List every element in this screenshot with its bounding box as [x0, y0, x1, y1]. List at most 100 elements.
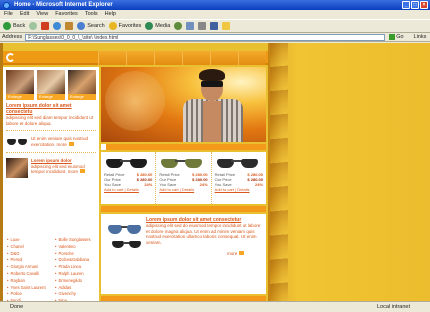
history-button[interactable]: [174, 22, 183, 30]
thumbnail-3[interactable]: [68, 70, 96, 94]
product-card: Retail Price $ 280.00 Our Price $ 280.00 You…: [156, 152, 212, 204]
media-icon: [145, 22, 154, 30]
edit-button[interactable]: [210, 22, 219, 30]
mail-button[interactable]: [186, 22, 195, 30]
category-link[interactable]: Ermenegildo: [55, 278, 99, 285]
category-link[interactable]: Givenchy: [55, 291, 99, 298]
category-link[interactable]: Persol: [7, 257, 55, 264]
go-button[interactable]: Go: [389, 34, 404, 40]
left-column: Enlarge Enlarge Enlarge Lorem ipsum dolo…: [3, 67, 99, 301]
edit-icon: [210, 22, 219, 30]
you-save-value: 24%: [199, 182, 208, 187]
menu-file[interactable]: File: [4, 10, 13, 19]
back-button[interactable]: Back: [3, 22, 25, 30]
category-link[interactable]: Police: [7, 291, 55, 298]
close-button[interactable]: ×: [420, 1, 428, 9]
feature-sunglasses-image-2[interactable]: [111, 236, 141, 248]
thumbnail-2[interactable]: [37, 70, 65, 94]
media-button[interactable]: Media: [145, 22, 170, 30]
more-link[interactable]: more: [57, 141, 74, 147]
toolbar: Back Search Favorites Media: [0, 19, 430, 33]
menu-edit[interactable]: Edit: [20, 10, 29, 19]
category-link[interactable]: Rayban: [7, 278, 55, 285]
more-link[interactable]: more: [227, 251, 245, 256]
nav-tab-1[interactable]: [98, 51, 126, 65]
menu-view[interactable]: View: [36, 10, 48, 19]
category-link[interactable]: Bolle Sunglasses: [55, 237, 99, 244]
category-link[interactable]: Ralph Lauren: [55, 271, 99, 278]
home-icon: [65, 22, 74, 30]
site-header: [3, 51, 268, 65]
logo-icon[interactable]: [6, 53, 15, 62]
links-button[interactable]: Links: [414, 34, 427, 40]
category-link[interactable]: Chanel: [7, 244, 55, 251]
search-button[interactable]: Search: [77, 22, 105, 30]
category-link[interactable]: Valentino: [55, 244, 99, 251]
sunglasses-image[interactable]: [104, 154, 152, 172]
sunglasses-image[interactable]: [215, 154, 263, 172]
menu-help[interactable]: Help: [105, 10, 116, 19]
address-input[interactable]: F:\Sunglasses\0_0_0_\_\site\ \index.html: [25, 33, 386, 41]
minimize-button[interactable]: _: [402, 1, 410, 9]
category-link[interactable]: Dolce&Gabbana: [55, 257, 99, 264]
maximize-button[interactable]: □: [411, 1, 419, 9]
forward-button[interactable]: [29, 22, 38, 30]
more-link[interactable]: more: [68, 169, 86, 174]
category-link[interactable]: Luxe: [7, 237, 55, 244]
category-link[interactable]: Giorgio Armani: [7, 264, 55, 271]
nav-tab-6[interactable]: [238, 51, 266, 65]
sunglasses-thumbnail[interactable]: [6, 136, 28, 148]
item-title[interactable]: Lorem ipsum dolor: [31, 158, 72, 163]
category-link[interactable]: Prada Linea: [55, 264, 99, 271]
print-button[interactable]: [198, 22, 207, 30]
product-card: Retail Price $ 280.00 Our Price $ 280.00 You…: [101, 152, 157, 204]
product-card: Retail Price $ 280.00 Our Price $ 280.00 You…: [212, 152, 266, 204]
refresh-button[interactable]: [53, 22, 62, 30]
back-arrow-icon: [3, 22, 11, 30]
add-to-cart-link[interactable]: Add to cart | Details: [159, 187, 207, 192]
lead-text: adipiscing elit sed diam tempor incididu…: [6, 115, 94, 126]
folder-button[interactable]: [222, 22, 231, 30]
category-link[interactable]: Porsche: [55, 251, 99, 258]
favorites-button[interactable]: Favorites: [108, 22, 141, 30]
nav-tab-3[interactable]: [154, 51, 182, 65]
thumbnail-1[interactable]: [6, 70, 34, 94]
history-icon: [174, 22, 183, 30]
refresh-icon: [53, 22, 62, 30]
sunglasses-image[interactable]: [159, 154, 207, 172]
search-icon: [77, 22, 86, 30]
lead-title[interactable]: Lorem ipsum dolor sit amet consectetu: [3, 100, 99, 115]
menu-favorites[interactable]: Favorites: [55, 10, 78, 19]
category-link[interactable]: Yves Saint Laurent: [7, 285, 55, 292]
enlarge-button[interactable]: Enlarge: [68, 94, 96, 100]
products-header-bar: [101, 144, 266, 150]
category-link[interactable]: D&G: [7, 251, 55, 258]
enlarge-button[interactable]: Enlarge: [37, 94, 65, 100]
add-to-cart-link[interactable]: Add to cart | Details: [104, 187, 152, 192]
address-bar: Address F:\Sunglasses\0_0_0_\_\site\ \in…: [0, 33, 430, 42]
nav-tab-2[interactable]: [126, 51, 154, 65]
printer-icon: [198, 22, 207, 30]
add-to-cart-link[interactable]: Add to cart | Details: [215, 187, 263, 192]
ie-icon: [3, 2, 10, 9]
star-icon: [108, 22, 117, 30]
category-link[interactable]: Adidas: [55, 285, 99, 292]
go-arrow-icon: [389, 34, 396, 40]
page-content: Enlarge Enlarge Enlarge Lorem ipsum dolo…: [0, 43, 430, 301]
menu-tools[interactable]: Tools: [85, 10, 98, 19]
enlarge-button[interactable]: Enlarge: [6, 94, 34, 100]
stop-button[interactable]: [41, 22, 50, 30]
mail-icon: [186, 22, 195, 30]
title-bar: Home - Microsoft Internet Explorer _ □ ×: [0, 0, 430, 10]
you-save-value: 24%: [254, 182, 263, 187]
zone-indicator: Local intranet: [376, 304, 410, 310]
address-label: Address: [2, 34, 23, 40]
status-text: Done: [10, 304, 24, 310]
model-thumbnail[interactable]: [6, 158, 28, 178]
home-button[interactable]: [65, 22, 74, 30]
feature-sunglasses-image[interactable]: [107, 220, 141, 234]
category-link[interactable]: Roberto Cavalli: [7, 271, 55, 278]
hero-banner: [101, 67, 266, 142]
nav-tab-5[interactable]: [210, 51, 238, 65]
nav-tab-4[interactable]: [182, 51, 210, 65]
